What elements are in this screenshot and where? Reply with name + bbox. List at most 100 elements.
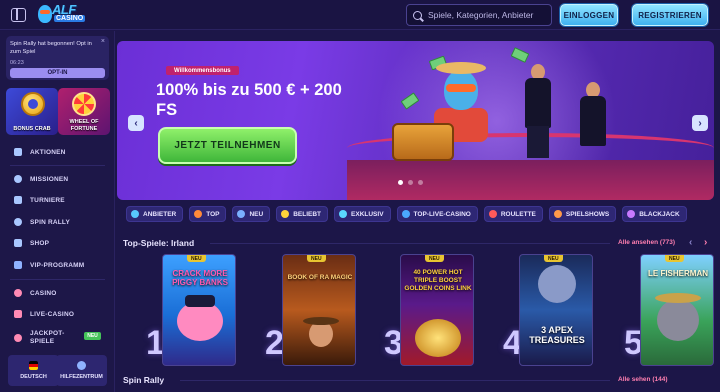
coin-icon — [21, 92, 45, 116]
close-icon[interactable]: × — [101, 38, 105, 45]
cherry-icon — [14, 289, 22, 297]
category-pill-blackjack[interactable]: BLACKJACK — [622, 206, 687, 222]
category-pill-spielshows[interactable]: SPIELSHOWS — [548, 206, 617, 222]
section-title-spin-rally: Spin Rally — [123, 375, 165, 385]
eagle-art — [538, 265, 576, 303]
category-pill-top-live-casino[interactable]: TOP-LIVE-CASINO — [396, 206, 478, 222]
jackpot-icon — [14, 334, 22, 342]
sidebar-item-label: JACKPOT-SPIELE — [30, 330, 65, 345]
gold-pot-art — [415, 319, 461, 357]
category-pill-top[interactable]: TOP — [189, 206, 227, 222]
bonus-crab-tile[interactable]: BONUS CRAB — [6, 88, 58, 135]
hero-next-button[interactable]: › — [692, 115, 708, 131]
category-icon — [488, 210, 497, 218]
sidebar-item-casino[interactable]: CASINO — [14, 286, 56, 300]
crown-icon — [14, 261, 22, 269]
game-card[interactable]: NEU LE FISHERMAN — [640, 254, 714, 366]
category-pill-roulette[interactable]: ROULETTE — [483, 206, 543, 222]
new-badge: NEU — [187, 255, 206, 262]
flag-icon — [29, 361, 38, 370]
new-badge: NEU — [544, 255, 563, 262]
promo-time: 06:23 — [10, 60, 24, 66]
chevron-right-icon[interactable]: › — [704, 237, 707, 248]
wheel-of-fortune-tile[interactable]: WHEEL OF FORTUNE — [58, 88, 110, 135]
sidebar-item-label: AKTIONEN — [30, 148, 66, 156]
gift-icon — [14, 148, 22, 156]
category-label: SPIELSHOWS — [565, 210, 610, 218]
section-title-top-games: Top-Spiele: Irland — [123, 238, 195, 248]
logo[interactable]: ALF CASINO — [38, 2, 86, 27]
suitcase-icon — [392, 123, 454, 161]
help-icon — [77, 361, 86, 370]
category-pill-neu[interactable]: NEU — [232, 206, 271, 222]
sidebar-item-label: LIVE-CASINO — [30, 310, 75, 318]
raccoon-art — [657, 299, 699, 341]
wheel-of-fortune-label: WHEEL OF FORTUNE — [69, 119, 99, 132]
sidebar-item-label: SHOP — [30, 239, 50, 247]
category-icon — [339, 210, 348, 218]
see-all-link[interactable]: Alle sehen (144) — [618, 376, 668, 383]
sidebar-item-jackpot[interactable]: JACKPOT-SPIELE — [14, 329, 74, 347]
category-bar: ANBIETER TOP NEU BELIEBT EXKLUSIV TOP-LIVE-CA… — [126, 206, 687, 222]
category-icon — [194, 210, 203, 218]
opt-in-button[interactable]: OPT-IN — [10, 68, 105, 78]
language-button[interactable]: DEUTSCH — [8, 355, 59, 386]
category-label: NEU — [249, 210, 264, 218]
category-icon — [627, 210, 636, 218]
game-card[interactable]: NEU CRACK MORE PIGGY BANKS — [162, 254, 236, 366]
game-title: 3 APEX TREASURES — [529, 325, 585, 345]
category-icon — [131, 210, 139, 218]
game-title: 40 POWER HOT TRIPLE BOOST GOLDEN COINS L… — [404, 269, 472, 292]
sidebar-item-shop[interactable]: SHOP — [14, 236, 49, 250]
category-icon — [401, 210, 410, 218]
sidebar-item-label: CASINO — [30, 289, 57, 297]
game-card[interactable]: NEU 40 POWER HOT TRIPLE BOOST GOLDEN COI… — [400, 254, 474, 366]
piggy-art — [177, 301, 223, 341]
game-card[interactable]: NEU BOOK OF RA MAGIC — [282, 254, 356, 366]
category-label: ROULETTE — [500, 210, 536, 218]
carousel-dot[interactable] — [408, 180, 413, 185]
category-label: EXKLUSIV — [351, 210, 384, 218]
help-center-button[interactable]: HILFEZENTRUM — [56, 355, 107, 386]
alien-hat — [436, 62, 486, 74]
new-badge: NEU — [307, 255, 326, 262]
promo-notification: Spin Rally hat begonnen! Opt in zum Spie… — [6, 36, 109, 80]
sidebar-item-missionen[interactable]: MISSIONEN — [14, 172, 68, 186]
see-all-link[interactable]: Alle ansehen (773) — [618, 239, 675, 246]
sidebar-toggle-icon[interactable] — [11, 8, 26, 22]
sidebar-item-vip[interactable]: VIP-PROGRAMM — [14, 258, 84, 272]
shop-icon — [14, 239, 22, 247]
category-pill-beliebt[interactable]: BELIEBT — [276, 206, 329, 222]
carousel-dot[interactable] — [418, 180, 423, 185]
join-now-button[interactable]: JETZT TEILNEHMEN — [158, 127, 297, 164]
game-title: LE FISHERMAN — [648, 269, 708, 278]
game-card[interactable]: NEU 3 APEX TREASURES — [519, 254, 593, 366]
new-badge: NEU — [425, 255, 444, 262]
category-label: TOP-LIVE-CASINO — [413, 210, 471, 218]
section-divider — [180, 380, 610, 381]
carousel-dot[interactable] — [398, 180, 403, 185]
hero-banner[interactable] — [117, 41, 714, 200]
agent-body — [525, 78, 551, 128]
fedora-art — [303, 317, 339, 325]
search-box[interactable] — [406, 4, 552, 26]
logo-subtext: CASINO — [54, 15, 86, 22]
agent-character — [523, 64, 553, 160]
category-pill-exklusiv[interactable]: EXKLUSIV — [334, 206, 391, 222]
hero-prev-button[interactable]: ‹ — [128, 115, 144, 131]
category-pill-anbieter[interactable]: ANBIETER — [126, 206, 184, 222]
carousel-dots — [398, 180, 423, 185]
sidebar-item-live-casino[interactable]: LIVE-CASINO — [14, 307, 74, 321]
bonus-crab-label: BONUS CRAB — [13, 125, 51, 132]
agent-legs — [527, 126, 549, 158]
login-button[interactable]: EINLOGGEN — [560, 4, 618, 26]
sidebar-item-turniere[interactable]: TURNIERE — [14, 193, 65, 207]
chevron-left-icon[interactable]: ‹ — [689, 237, 692, 248]
sidebar-item-label: VIP-PROGRAMM — [30, 261, 85, 269]
sidebar-item-spin-rally[interactable]: SPIN RALLY — [14, 215, 70, 229]
sidebar-item-aktionen[interactable]: AKTIONEN — [14, 145, 66, 159]
register-button[interactable]: REGISTRIEREN — [632, 4, 708, 26]
game-title: BOOK OF RA MAGIC — [287, 274, 353, 281]
fisher-hat-art — [655, 293, 701, 303]
search-input[interactable] — [428, 10, 548, 20]
